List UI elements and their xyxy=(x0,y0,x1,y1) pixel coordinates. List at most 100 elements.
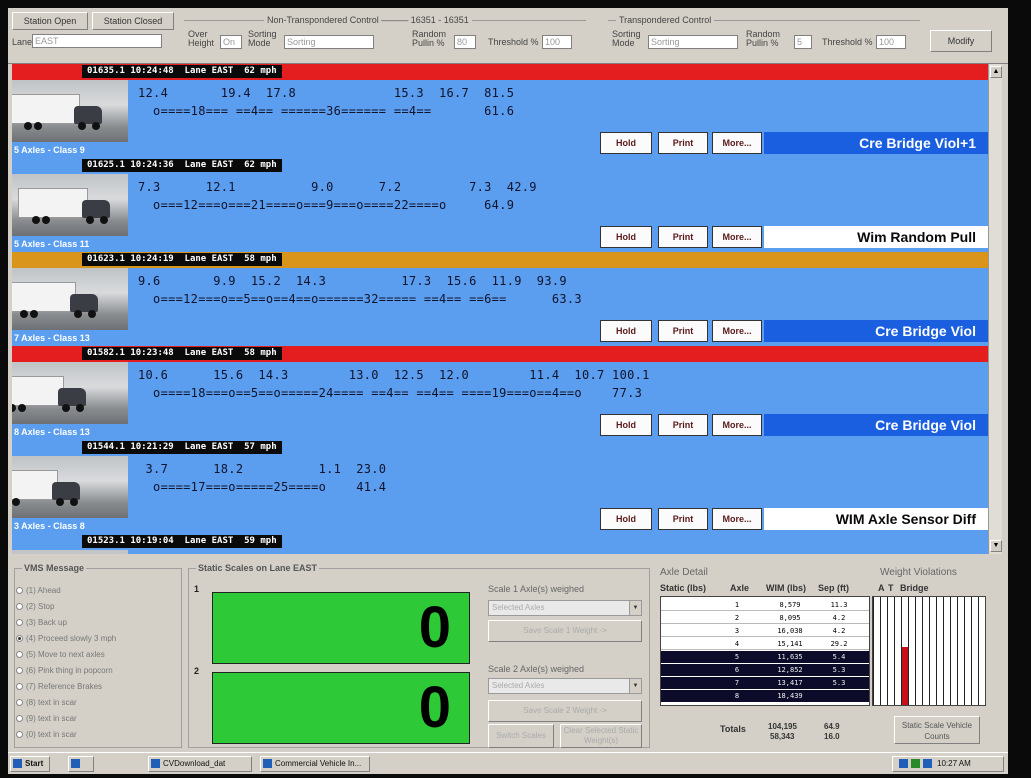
station-open-button[interactable]: Station Open xyxy=(12,12,88,30)
task-download[interactable]: CVDownload_dat xyxy=(148,756,252,772)
axle-row[interactable]: 4 15,141 29.2 xyxy=(661,638,869,650)
radio-icon[interactable] xyxy=(16,731,23,738)
vehicle-record[interactable]: 01623.1 10:24:19 Lane EAST 58 mph 7 Axles… xyxy=(12,252,988,346)
total-sep-2: 16.0 xyxy=(824,732,840,741)
vms-option[interactable]: (0) text in scar xyxy=(16,730,77,740)
axle-row[interactable]: 1 8,579 11.3 xyxy=(661,599,869,611)
axle-row[interactable]: 7 13,417 5.3 xyxy=(661,677,869,689)
vehicle-photo[interactable] xyxy=(12,268,128,330)
vehicle-record[interactable]: 01635.1 10:24:48 Lane EAST 62 mph 5 Axles… xyxy=(12,64,988,158)
vms-option[interactable]: (3) Back up xyxy=(16,618,67,628)
more-button[interactable]: More... xyxy=(712,414,762,436)
more-button[interactable]: More... xyxy=(712,320,762,342)
static-scale-counts-button[interactable]: Static Scale Vehicle Counts xyxy=(894,716,980,744)
radio-icon[interactable] xyxy=(16,667,23,674)
axle-row[interactable]: 5 11,635 5.4 xyxy=(661,651,869,663)
t-threshold-field[interactable]: 100 xyxy=(876,35,906,49)
vehicle-record[interactable]: 01544.1 10:21:29 Lane EAST 57 mph 3 Axles… xyxy=(12,440,988,534)
record-header: 01523.1 10:19:04 Lane EAST 59 mph xyxy=(82,535,282,548)
radio-icon[interactable] xyxy=(16,587,23,594)
hold-button[interactable]: Hold xyxy=(600,508,652,530)
vms-option[interactable]: (8) text in scar xyxy=(16,698,77,708)
totals-label: Totals xyxy=(720,724,746,734)
hold-button[interactable]: Hold xyxy=(600,226,652,248)
modify-button[interactable]: Modify xyxy=(930,30,992,52)
vehicle-photo[interactable] xyxy=(12,80,128,142)
wheel-shape xyxy=(32,216,40,224)
chevron-down-icon[interactable]: ▼ xyxy=(629,601,641,615)
vms-option[interactable]: (1) Ahead xyxy=(16,586,61,596)
random-pullin-field[interactable]: 80 xyxy=(454,35,476,49)
vehicle-photo[interactable] xyxy=(12,362,128,424)
radio-icon[interactable] xyxy=(16,699,23,706)
vms-option[interactable]: (9) text in scar xyxy=(16,714,77,724)
save-scale-1-button[interactable]: Save Scale 1 Weight -> xyxy=(488,620,642,642)
axle-detail-title: Axle Detail xyxy=(660,567,708,578)
more-button[interactable]: More... xyxy=(712,132,762,154)
t-sorting-mode-field[interactable]: Sorting xyxy=(648,35,738,49)
vehicle-photo[interactable] xyxy=(12,174,128,236)
vehicle-photo[interactable] xyxy=(12,456,128,518)
axle-row[interactable]: 6 12,852 5.3 xyxy=(661,664,869,676)
scale-2-weighed-label: Scale 2 Axle(s) weighed xyxy=(488,664,585,674)
axle-class-label: 5 Axles - Class 11 xyxy=(12,236,128,252)
radio-icon[interactable] xyxy=(16,603,23,610)
print-button[interactable]: Print xyxy=(658,132,708,154)
vms-option[interactable]: (6) Pink thing in popcorn xyxy=(16,666,113,676)
save-scale-2-button[interactable]: Save Scale 2 Weight -> xyxy=(488,700,642,722)
scroll-down-icon[interactable]: ▼ xyxy=(990,540,1002,552)
vehicle-record[interactable]: 01523.1 10:19:04 Lane EAST 59 mph11.2 17… xyxy=(12,534,988,554)
radio-icon[interactable] xyxy=(16,651,23,658)
task-commercial-vehicle[interactable]: Commercial Vehicle In... xyxy=(260,756,370,772)
vehicle-record[interactable]: 01625.1 10:24:36 Lane EAST 62 mph 5 Axles… xyxy=(12,158,988,252)
axle-cell-axle: 4 xyxy=(734,640,740,648)
axle-row[interactable]: 2 8,095 4.2 xyxy=(661,612,869,624)
static-scales-title: Static Scales on Lane EAST xyxy=(196,563,320,573)
wheel-shape xyxy=(30,310,38,318)
chevron-down-icon[interactable]: ▼ xyxy=(629,679,641,693)
axle-row[interactable]: 3 16,038 4.2 xyxy=(661,625,869,637)
axle-detail-table[interactable]: 1 8,579 11.3 2 8,095 4.2 3 16,038 4.2 4 15,141 29.2… xyxy=(660,596,870,706)
axle-row[interactable]: 8 18,439 xyxy=(661,690,869,702)
over-height-field[interactable]: On xyxy=(220,35,242,49)
radio-icon[interactable] xyxy=(16,635,23,642)
threshold-field[interactable]: 100 xyxy=(542,35,572,49)
print-button[interactable]: Print xyxy=(658,226,708,248)
switch-scales-button[interactable]: Switch Scales xyxy=(488,724,554,748)
quick-launch[interactable] xyxy=(68,756,94,772)
print-button[interactable]: Print xyxy=(658,414,708,436)
radio-icon[interactable] xyxy=(16,619,23,626)
clear-selected-button[interactable]: Clear Selected Static Weight(s) xyxy=(560,724,642,748)
hold-button[interactable]: Hold xyxy=(600,320,652,342)
scale-1-axles-select[interactable]: Selected Axles ▼ xyxy=(488,600,642,616)
sorting-mode-field[interactable]: Sorting xyxy=(284,35,374,49)
print-button[interactable]: Print xyxy=(658,508,708,530)
more-button[interactable]: More... xyxy=(712,226,762,248)
scale-2-axles-select[interactable]: Selected Axles ▼ xyxy=(488,678,642,694)
hold-button[interactable]: Hold xyxy=(600,414,652,436)
vehicle-record[interactable]: 01582.1 10:23:48 Lane EAST 58 mph 8 Axles… xyxy=(12,346,988,440)
more-button[interactable]: More... xyxy=(712,508,762,530)
start-button[interactable]: Start xyxy=(10,756,50,772)
vms-option[interactable]: (2) Stop xyxy=(16,602,54,612)
scale-1-number: 1 xyxy=(194,584,200,594)
hold-button[interactable]: Hold xyxy=(600,132,652,154)
random-pullin-label: Random Pullin % xyxy=(412,29,447,48)
vms-option[interactable]: (7) Reference Brakes xyxy=(16,682,102,692)
t-random-pullin-field[interactable]: 5 xyxy=(794,35,812,49)
radio-icon[interactable] xyxy=(16,715,23,722)
record-list-scrollbar[interactable]: ▲ ▼ xyxy=(988,64,1002,554)
system-tray: 10:27 AM xyxy=(892,756,1004,772)
station-closed-button[interactable]: Station Closed xyxy=(92,12,174,30)
radio-icon[interactable] xyxy=(16,683,23,690)
print-button[interactable]: Print xyxy=(658,320,708,342)
vms-option[interactable]: (4) Proceed slowly 3 mph xyxy=(16,634,116,644)
scroll-up-icon[interactable]: ▲ xyxy=(990,66,1002,78)
axle-cell-axle: 8 xyxy=(734,692,740,700)
vms-option[interactable]: (5) Move to next axles xyxy=(16,650,105,660)
vms-option-label: (5) Move to next axles xyxy=(26,650,105,659)
vehicle-photo[interactable] xyxy=(12,550,128,554)
lane-select[interactable]: EAST xyxy=(32,34,162,48)
axle-weights-line: 10.6 15.6 14.3 13.0 12.5 12.0 11.4 10.7 … xyxy=(138,368,650,382)
axle-cell-sep: 5.3 xyxy=(832,666,846,674)
